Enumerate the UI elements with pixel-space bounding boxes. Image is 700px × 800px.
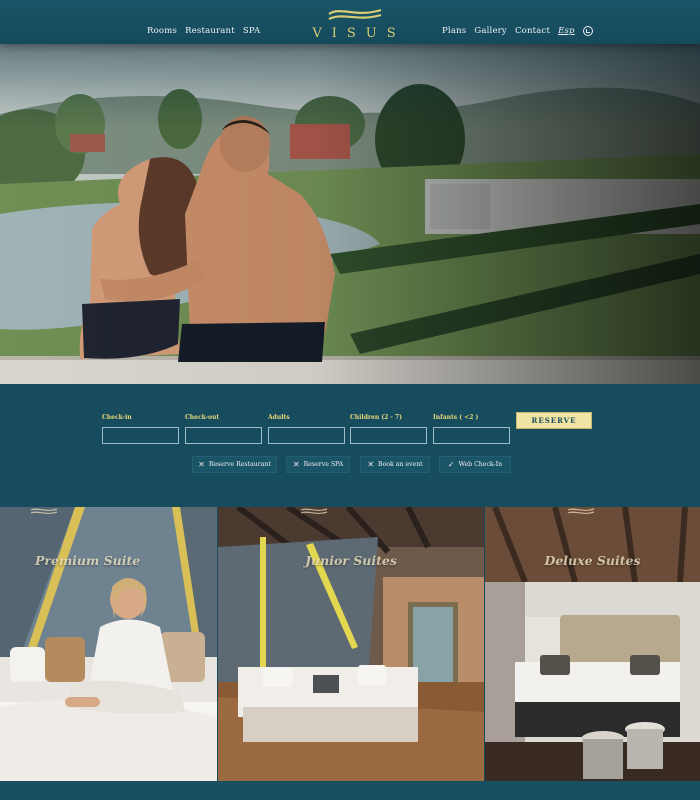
junior-wave-icon	[300, 508, 328, 515]
infants-label: Infants ( <2 )	[433, 414, 479, 421]
nav-link-plans[interactable]: Plans	[442, 26, 466, 36]
checkout-label: Check-out	[185, 414, 220, 421]
book-event-label: Book an event	[378, 461, 423, 468]
infants-field: Infants ( <2 )	[433, 414, 510, 444]
premium-wave-icon	[30, 508, 58, 515]
nav-link-restaurant[interactable]: Restaurant	[185, 26, 235, 36]
deluxe-suite-photo	[485, 507, 700, 781]
hero-couple-photo	[0, 44, 700, 384]
adults-input[interactable]	[268, 427, 345, 444]
checkout-field: Check-out	[185, 414, 262, 444]
adults-label: Adults	[268, 414, 290, 421]
logo-wave-icon	[328, 8, 382, 21]
checkin-input[interactable]	[102, 427, 179, 444]
top-navigation: Rooms Restaurant SPA VISUS Plans Gallery…	[0, 0, 700, 44]
web-checkin-button[interactable]: ✓ Web Check-In	[439, 456, 511, 473]
logo-text: VISUS	[312, 26, 406, 41]
checkin-label: Check-in	[102, 414, 132, 421]
nav-right-links: Plans Gallery Contact Esp	[442, 26, 593, 36]
nav-link-rooms[interactable]: Rooms	[147, 26, 177, 36]
brand-logo[interactable]: VISUS	[300, 6, 410, 44]
suite-card-junior[interactable]: Junior Suites	[218, 507, 484, 781]
suite-card-deluxe[interactable]: Deluxe Suites	[485, 507, 700, 781]
suites-gallery: Premium Suite Junior Suites Deluxe Suite…	[0, 507, 700, 781]
premium-suite-photo	[0, 507, 217, 781]
junior-suite-photo	[218, 507, 484, 781]
spa-icon: ✕	[292, 460, 300, 469]
nav-link-gallery[interactable]: Gallery	[474, 26, 507, 36]
checkin-field: Check-in	[102, 414, 179, 444]
cutlery-icon: ✕	[198, 460, 205, 469]
reserve-restaurant-button[interactable]: ✕ Reserve Restaurant	[192, 456, 277, 473]
deluxe-wave-icon	[567, 508, 595, 515]
nav-left-links: Rooms Restaurant SPA	[147, 26, 260, 36]
footer-strip	[0, 781, 700, 800]
deluxe-suite-title: Deluxe Suites	[544, 553, 641, 568]
junior-suite-title: Junior Suites	[305, 553, 397, 568]
suite-card-premium[interactable]: Premium Suite	[0, 507, 217, 781]
web-checkin-label: Web Check-In	[458, 461, 503, 468]
reserve-spa-button[interactable]: ✕ Reserve SPA	[286, 456, 350, 473]
children-field: Children (2 - 7)	[350, 414, 427, 444]
infants-input[interactable]	[433, 427, 510, 444]
nav-link-spa[interactable]: SPA	[243, 26, 261, 36]
checkout-input[interactable]	[185, 427, 262, 444]
checkmark-icon: ✓	[447, 460, 455, 469]
hero-image	[0, 44, 700, 384]
reserve-spa-label: Reserve SPA	[303, 461, 344, 468]
reserve-restaurant-label: Reserve Restaurant	[208, 461, 271, 468]
language-toggle[interactable]: Esp	[558, 26, 575, 36]
children-label: Children (2 - 7)	[350, 414, 403, 421]
adults-field: Adults	[268, 414, 345, 444]
children-input[interactable]	[350, 427, 427, 444]
whatsapp-icon[interactable]	[582, 26, 593, 36]
event-icon: ✕	[367, 460, 375, 469]
premium-suite-title: Premium Suite	[35, 553, 141, 568]
book-event-button[interactable]: ✕ Book an event	[360, 456, 430, 473]
nav-link-contact[interactable]: Contact	[515, 26, 550, 36]
reserve-button[interactable]: RESERVE	[516, 412, 592, 429]
booking-panel: Check-in Check-out Adults Children (2 - …	[0, 384, 700, 506]
